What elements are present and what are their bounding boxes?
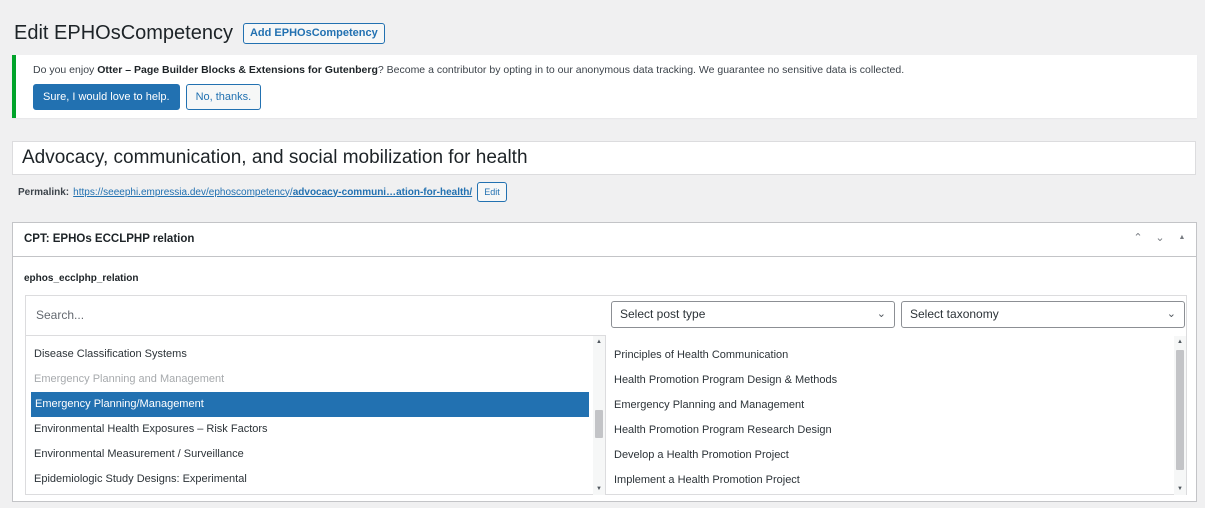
taxonomy-select-value: Select taxonomy (910, 307, 999, 321)
scroll-up-icon[interactable]: ▲ (1176, 339, 1184, 345)
scroll-up-icon[interactable]: ▲ (595, 339, 603, 345)
post-type-select[interactable]: Select post type ⌄ (611, 301, 895, 328)
choice-item[interactable]: Epidemiologic Study Designs: Experimenta… (26, 467, 605, 492)
choice-item[interactable]: Environmental Health Exposures – Risk Fa… (26, 417, 605, 442)
relation-metabox: CPT: EPHOs ECCLPHP relation ⌃ ⌄ ▲ ephos_… (12, 222, 1197, 502)
notice-text-before: Do you enjoy (33, 64, 98, 76)
metabox-header: CPT: EPHOs ECCLPHP relation ⌃ ⌄ ▲ (13, 223, 1196, 257)
collapse-toggle-icon[interactable]: ▲ (1176, 231, 1188, 245)
choices-scrollbar[interactable]: ▲ ▼ (593, 336, 605, 495)
selected-value-item[interactable]: Health Promotion Program Design & Method… (606, 368, 1187, 393)
post-title-input[interactable]: Advocacy, communication, and social mobi… (12, 141, 1196, 175)
scroll-down-icon[interactable]: ▼ (1176, 486, 1184, 492)
selected-value-item[interactable]: Health Promotion Program Research Design (606, 418, 1187, 443)
selected-value-item[interactable]: Implement a Health Promotion Project (606, 468, 1187, 493)
selected-value-item[interactable]: Emergency Planning and Management (606, 393, 1187, 418)
choice-item[interactable]: Disease Classification Systems (26, 342, 605, 367)
notice-plugin-name: Otter – Page Builder Blocks & Extensions… (97, 64, 378, 76)
post-type-select-value: Select post type (620, 307, 706, 321)
taxonomy-select[interactable]: Select taxonomy ⌄ (901, 301, 1185, 328)
selected-value-item[interactable]: Principles of Health Communication (606, 343, 1187, 368)
permalink-slug: advocacy-communi…ation-for-health/ (292, 186, 473, 198)
move-up-icon[interactable]: ⌃ (1132, 231, 1144, 245)
selected-values-list: Principles of Health Communication Health… (606, 336, 1187, 495)
page-header: Edit EPHOsCompetency Add EPHOsCompetency (14, 22, 385, 45)
notice-buttons: Sure, I would love to help. No, thanks. (33, 84, 262, 110)
choices-list: Disease Classification Systems Emergency … (26, 336, 606, 495)
permalink-row: Permalink: https://seeephi.empressia.dev… (18, 182, 507, 202)
choice-item[interactable]: Emergency Planning/Management (31, 392, 589, 417)
scrollbar-thumb[interactable] (595, 410, 603, 438)
scroll-down-icon[interactable]: ▼ (595, 486, 603, 492)
notice-text: Do you enjoy Otter – Page Builder Blocks… (33, 64, 904, 76)
permalink-label: Permalink: (18, 186, 70, 198)
metabox-title: CPT: EPHOs ECCLPHP relation (24, 233, 195, 245)
field-label: ephos_ecclphp_relation (24, 273, 139, 284)
permalink-base: https://seeephi.empressia.dev/ephoscompe… (73, 186, 293, 198)
permalink-link[interactable]: https://seeephi.empressia.dev/ephoscompe… (73, 187, 472, 198)
add-new-button[interactable]: Add EPHOsCompetency (242, 23, 385, 44)
page-title: Edit EPHOsCompetency (14, 22, 233, 44)
relationship-field: Search... Select post type ⌄ Select taxo… (25, 295, 1187, 495)
choice-item[interactable]: Environmental Measurement / Surveillance (26, 442, 605, 467)
choice-item: Emergency Planning and Management (34, 373, 225, 385)
opt-in-accept-button[interactable]: Sure, I would love to help. (33, 84, 180, 110)
scrollbar-thumb[interactable] (1176, 350, 1184, 470)
chevron-down-icon: ⌄ (876, 308, 886, 320)
move-down-icon[interactable]: ⌄ (1154, 231, 1166, 245)
search-input[interactable]: Search... (26, 296, 606, 336)
permalink-edit-button[interactable]: Edit (477, 182, 507, 202)
notice-text-after: ? Become a contributor by opting in to o… (377, 64, 905, 76)
values-scrollbar[interactable]: ▲ ▼ (1174, 336, 1186, 495)
metabox-controls: ⌃ ⌄ ▲ (1132, 231, 1188, 245)
opt-in-notice: Do you enjoy Otter – Page Builder Blocks… (12, 55, 1197, 118)
selected-value-item[interactable]: Develop a Health Promotion Project (606, 443, 1187, 468)
chevron-down-icon: ⌄ (1166, 308, 1176, 320)
opt-in-decline-button[interactable]: No, thanks. (185, 84, 262, 110)
